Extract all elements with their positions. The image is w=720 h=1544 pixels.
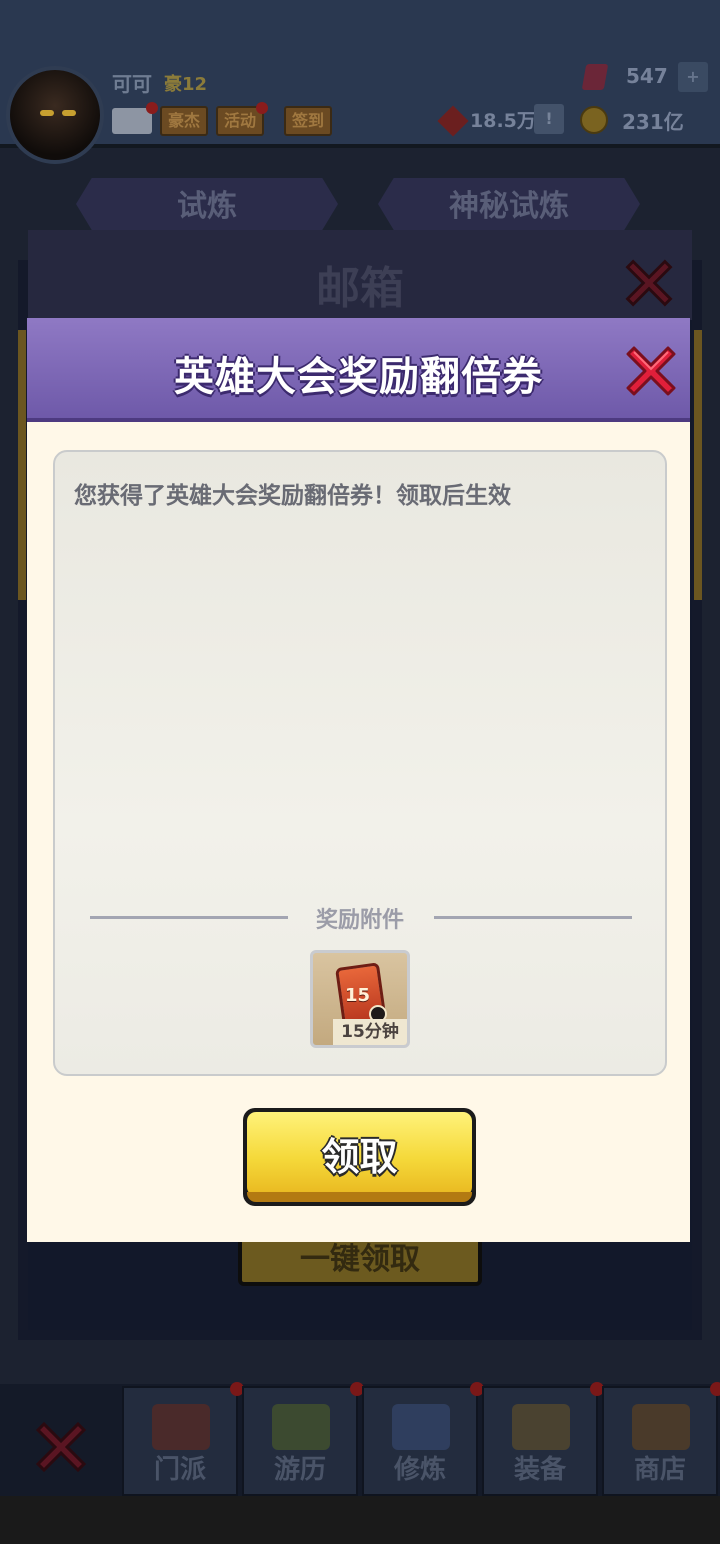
- avatar-eye-icon: [40, 110, 54, 116]
- reward-item-double-voucher[interactable]: 15 15分钟: [310, 950, 410, 1048]
- power-info-button[interactable]: !: [534, 104, 564, 134]
- nav-sect-label: 门派: [153, 1455, 206, 1485]
- tab-mystic-trial[interactable]: 神秘试炼: [378, 178, 640, 230]
- equipment-sword-icon: [512, 1404, 570, 1450]
- nav-sect[interactable]: 门派: [122, 1382, 244, 1496]
- voucher-number: 15: [345, 985, 371, 1006]
- combat-power-value: 18.5万: [470, 110, 536, 132]
- activity-button[interactable]: 活动: [216, 102, 269, 136]
- mailbox-title: 邮箱: [316, 263, 404, 314]
- panel-edge: [694, 330, 702, 600]
- close-icon[interactable]: [620, 340, 682, 402]
- dialog-header-border: [27, 418, 690, 422]
- claim-button-label: 领取: [321, 1135, 398, 1179]
- nav-cultivation[interactable]: 修炼: [362, 1382, 484, 1496]
- dialog-title: 英雄大会奖励翻倍券: [174, 354, 543, 400]
- coin-count: 231亿: [622, 110, 684, 134]
- notification-dot: [710, 1382, 720, 1396]
- vip-level: 豪12: [164, 74, 208, 95]
- nav-travel-label: 游历: [273, 1455, 326, 1485]
- nav-travel[interactable]: 游历: [242, 1382, 364, 1496]
- reward-duration: 15分钟: [333, 1019, 407, 1045]
- nav-equipment[interactable]: 装备: [482, 1382, 604, 1496]
- notification-dot: [146, 102, 158, 114]
- sect-gate-icon: [152, 1404, 210, 1450]
- claim-button-shadow: [247, 1192, 472, 1202]
- shop-house-icon: [632, 1404, 690, 1450]
- coin-icon: [580, 106, 608, 134]
- checkin-label: 签到: [292, 111, 325, 130]
- player-avatar[interactable]: [6, 66, 104, 164]
- nav-cultivation-label: 修炼: [393, 1455, 446, 1485]
- gem-count: 547: [626, 64, 668, 88]
- heroes-label: 豪杰: [168, 111, 201, 130]
- avatar-eye-icon: [62, 110, 76, 116]
- nav-shop[interactable]: 商店: [602, 1382, 720, 1496]
- gem-icon: [581, 64, 609, 90]
- nav-equipment-label: 装备: [513, 1455, 566, 1485]
- notification-dot: [256, 102, 269, 114]
- top-status-bar: [0, 0, 720, 146]
- attachment-divider-right: [434, 916, 632, 919]
- mail-icon[interactable]: [112, 102, 158, 134]
- checkin-button[interactable]: 签到: [284, 106, 333, 136]
- player-name: 可可: [112, 72, 152, 96]
- heroes-button[interactable]: 豪杰: [160, 106, 209, 136]
- add-gems-button[interactable]: +: [678, 62, 708, 92]
- system-nav-area: [0, 1496, 720, 1544]
- nav-shop-label: 商店: [633, 1455, 686, 1485]
- activity-label: 活动: [224, 111, 257, 130]
- cultivation-book-icon: [392, 1404, 450, 1450]
- panel-edge: [18, 330, 26, 600]
- nav-close-icon[interactable]: [30, 1416, 92, 1478]
- travel-landscape-icon: [272, 1404, 330, 1450]
- claim-button[interactable]: 领取: [243, 1108, 476, 1206]
- tab-trial[interactable]: 试炼: [76, 178, 338, 230]
- mail-message: 您获得了英雄大会奖励翻倍券！领取后生效: [74, 483, 511, 509]
- top-bar-divider: [0, 144, 720, 148]
- mailbox-close-icon[interactable]: [620, 254, 678, 312]
